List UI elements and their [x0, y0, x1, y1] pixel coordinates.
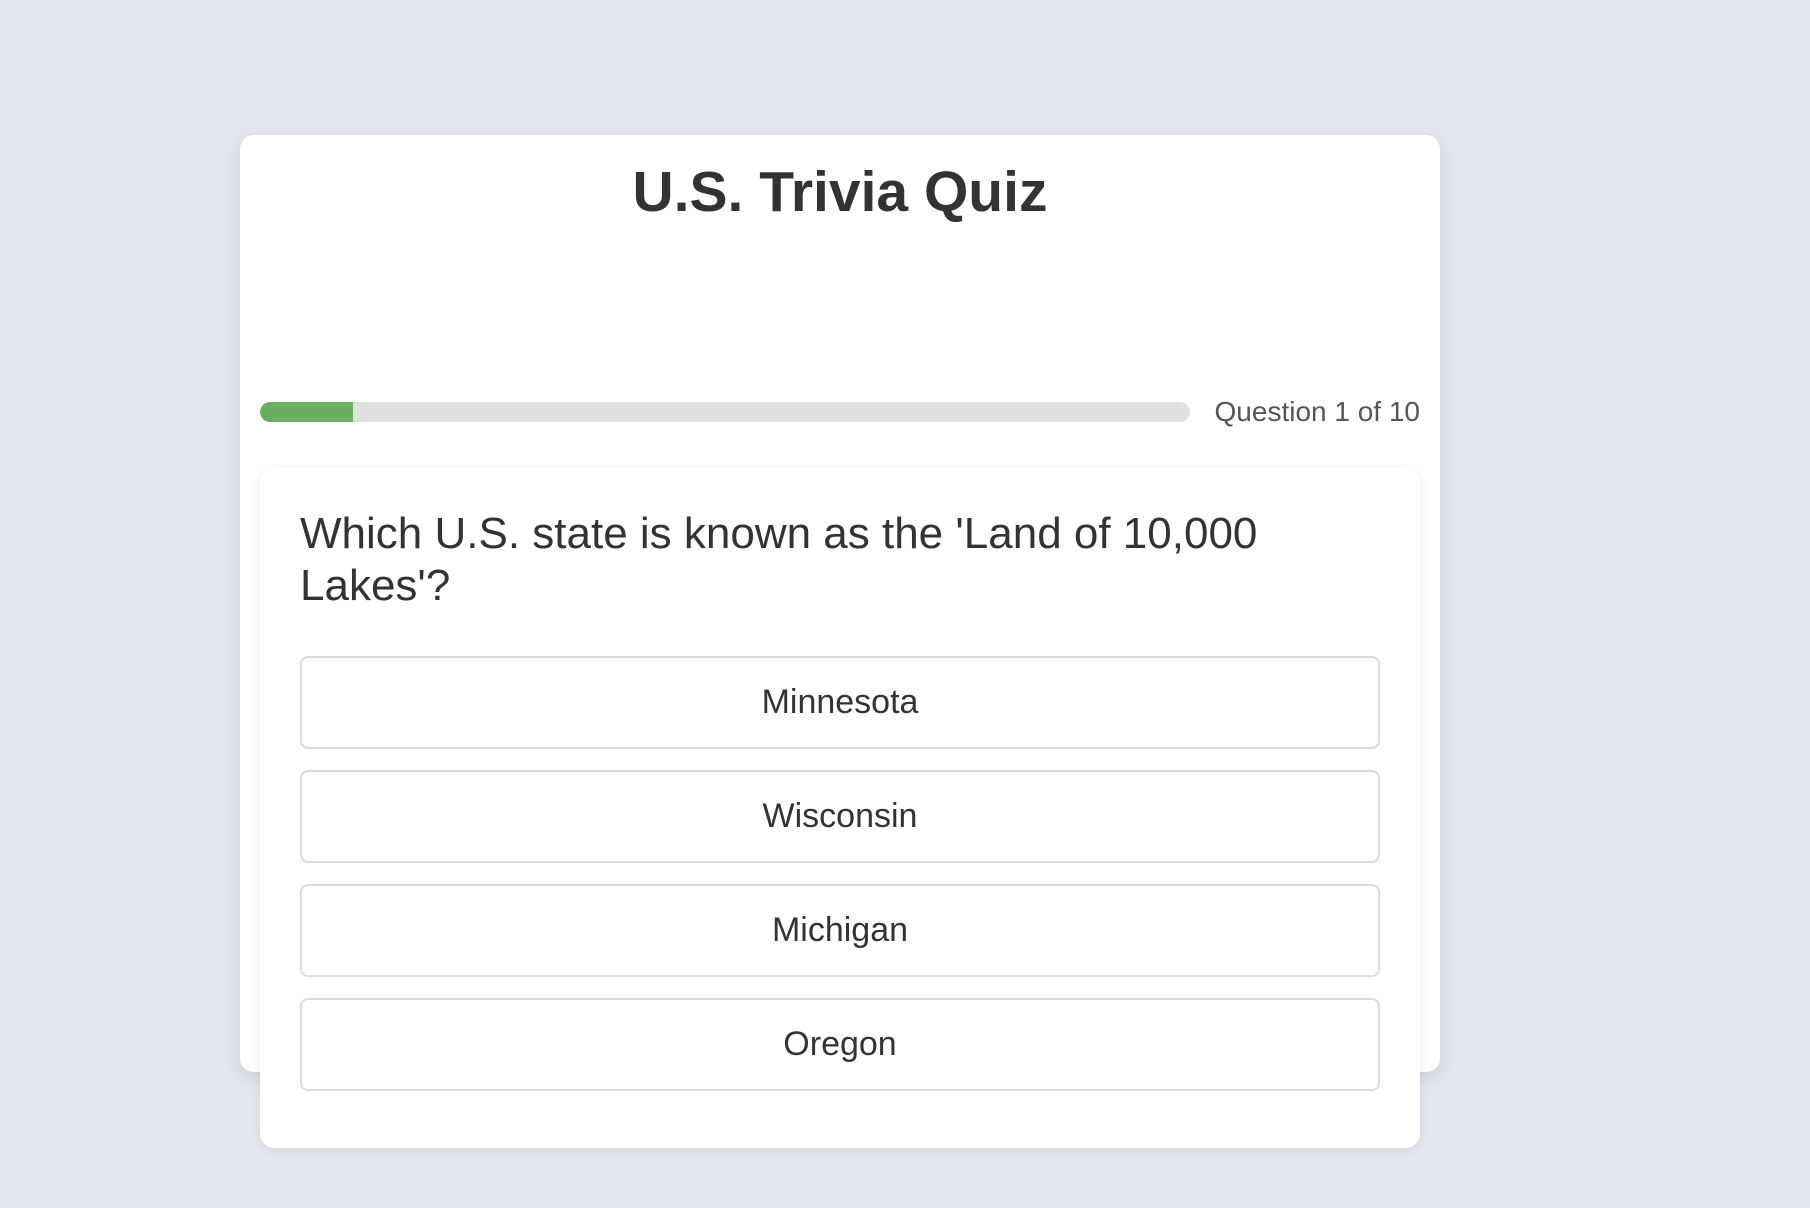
quiz-title: U.S. Trivia Quiz — [632, 160, 1048, 224]
answer-list: Minnesota Wisconsin Michigan Oregon — [300, 656, 1380, 1091]
progress-bar-fill — [260, 402, 353, 422]
quiz-card: U.S. Trivia Quiz Question 1 of 10 Which … — [240, 135, 1440, 1148]
question-counter: Question 1 of 10 — [1214, 396, 1420, 427]
progress-bar — [260, 402, 1190, 422]
progress-row: Question 1 of 10 — [260, 397, 1420, 427]
answer-option-oregon[interactable]: Oregon — [300, 998, 1380, 1091]
answer-option-wisconsin[interactable]: Wisconsin — [300, 770, 1380, 863]
answer-option-minnesota[interactable]: Minnesota — [300, 656, 1380, 749]
question-panel: Which U.S. state is known as the 'Land o… — [260, 468, 1420, 1148]
answer-option-michigan[interactable]: Michigan — [300, 884, 1380, 977]
question-text: Which U.S. state is known as the 'Land o… — [300, 509, 1258, 610]
